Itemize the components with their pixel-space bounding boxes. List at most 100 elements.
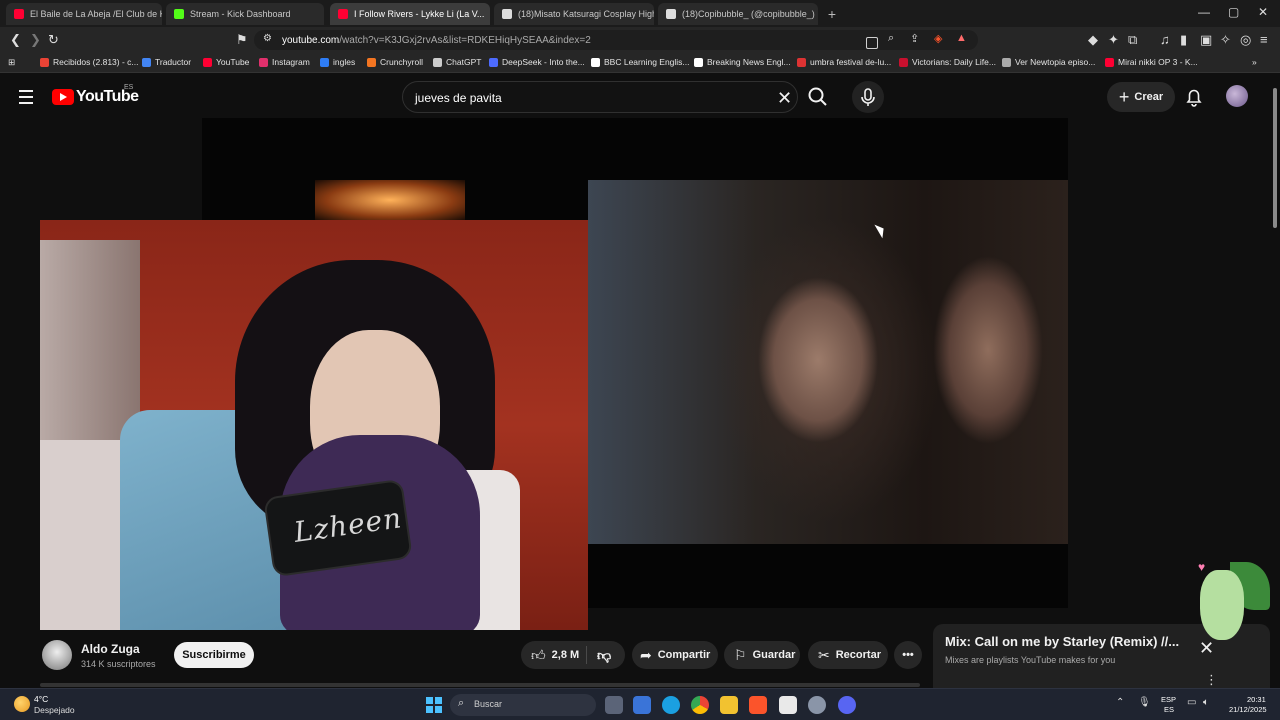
hamburger-menu-icon[interactable] xyxy=(19,90,33,108)
search-box[interactable]: jueves de pavita ✕ xyxy=(402,81,798,113)
bookmark-item[interactable]: ingles xyxy=(320,57,355,67)
user-avatar[interactable] xyxy=(1226,85,1248,107)
more-bookmarks-icon[interactable]: » xyxy=(1252,57,1257,67)
network-icon[interactable]: ▭ xyxy=(1187,697,1196,708)
notifications-bell-icon[interactable] xyxy=(1185,87,1203,107)
browser-tab[interactable]: El Baile de La Abeja /El Club de Kids xyxy=(6,3,162,25)
address-bar[interactable]: ⚙ youtube.com/watch?v=K3JGxj2rvAs&list=R… xyxy=(254,30,978,50)
search-button[interactable] xyxy=(798,81,838,113)
taskbar-search[interactable]: ⌕ Buscar xyxy=(450,694,596,716)
volume-icon[interactable]: 🔈︎ xyxy=(1203,697,1209,708)
bookmark-label: Recibidos (2.813) - c... xyxy=(53,57,139,67)
extension-icon[interactable]: ◆ xyxy=(1088,32,1098,48)
crunchyroll-icon xyxy=(367,57,376,67)
brave-rewards-icon[interactable]: ▲ xyxy=(956,32,967,44)
mix-title[interactable]: Mix: Call on me by Starley (Remix) //... xyxy=(945,634,1179,649)
subscribe-button[interactable]: Suscribirme xyxy=(174,642,254,668)
browser-tab[interactable]: (18)Copibubble_ (@copibubble_) | T xyxy=(658,3,818,25)
discord-icon[interactable] xyxy=(838,696,856,714)
music-icon[interactable]: ♫ xyxy=(1160,32,1170,47)
reload-icon[interactable]: ↻ xyxy=(48,32,59,48)
new-tab-button[interactable]: + xyxy=(823,5,841,23)
tray-chevron-icon[interactable]: ⌃ xyxy=(1116,697,1124,708)
bookmark-label: umbra festival de-lu... xyxy=(810,57,892,67)
more-actions-button[interactable]: ••• xyxy=(894,641,922,669)
voice-search-button[interactable] xyxy=(852,81,884,113)
scrollbar-thumb[interactable] xyxy=(1273,88,1277,228)
bookmark-item[interactable]: DeepSeek - Into the... xyxy=(489,57,585,67)
bookmark-item[interactable]: Recibidos (2.813) - c... xyxy=(40,57,139,67)
bookmark-label: Crunchyroll xyxy=(380,57,423,67)
music-video-scene[interactable] xyxy=(588,180,1068,544)
video-player[interactable]: Lzheen xyxy=(0,118,1270,630)
channel-avatar[interactable] xyxy=(42,640,72,670)
close-window-icon[interactable]: ✕ xyxy=(1258,5,1268,19)
bookmark-item[interactable]: ChatGPT xyxy=(433,57,481,67)
weather-temperature[interactable]: 4°C xyxy=(34,694,48,704)
ai-icon[interactable]: ✧ xyxy=(1220,32,1231,48)
sidebar-icon[interactable]: ▮ xyxy=(1180,32,1187,48)
create-button[interactable]: + Crear xyxy=(1107,82,1175,112)
bookmark-item[interactable]: Crunchyroll xyxy=(367,57,423,67)
brave-icon[interactable] xyxy=(749,696,767,714)
forward-icon[interactable]: ❯ xyxy=(30,32,41,48)
close-tab-icon[interactable]: ✕ xyxy=(484,9,490,20)
menu-icon[interactable]: ≡ xyxy=(1260,32,1268,47)
task-view-icon[interactable] xyxy=(605,696,623,714)
file-explorer-icon[interactable] xyxy=(720,696,738,714)
bookmark-item[interactable]: Victorians: Daily Life... xyxy=(899,57,996,67)
bookmark-item[interactable]: Mirai nikki OP 3 - K... xyxy=(1105,57,1198,67)
screenshot-icon[interactable]: ⧉ xyxy=(1128,32,1137,48)
site-info-icon[interactable]: ⚙ xyxy=(263,33,272,44)
browser-tab-active[interactable]: I Follow Rivers - Lykke Li (La V... ✕ xyxy=(330,3,490,25)
dislike-button[interactable]: 👎︎ xyxy=(587,647,611,664)
wallet-icon[interactable]: ▣ xyxy=(1200,32,1212,48)
like-button[interactable]: 👍︎ 2,8 M xyxy=(521,646,587,664)
bookmark-item[interactable]: umbra festival de-lu... xyxy=(797,57,891,67)
bookmark-icon[interactable]: ⚑ xyxy=(236,32,248,48)
start-menu-icon[interactable] xyxy=(426,697,442,713)
share-button[interactable]: ➦ Compartir xyxy=(632,641,718,669)
share-arrow-icon: ➦ xyxy=(640,646,652,663)
browser-tab[interactable]: (18)Misato Katsuragi Cosplay Highlig xyxy=(494,3,654,25)
weather-condition[interactable]: Despejado xyxy=(34,705,75,715)
victorians-icon xyxy=(899,57,908,67)
save-button[interactable]: ⚐ Guardar xyxy=(724,641,800,669)
minimize-icon[interactable]: — xyxy=(1198,5,1210,19)
clip-button[interactable]: ✂ Recortar xyxy=(808,641,888,669)
brave-shield-icon[interactable]: ◈ xyxy=(934,32,942,45)
page-scrollbar[interactable] xyxy=(1270,76,1280,688)
weather-sun-icon[interactable] xyxy=(14,696,30,712)
bookmark-item[interactable]: YouTube xyxy=(203,57,249,67)
bookmark-item[interactable]: Ver Newtopia episo... xyxy=(1002,57,1095,67)
vpn-icon[interactable]: ◎ xyxy=(1240,32,1251,48)
puzzle-icon[interactable]: ✦ xyxy=(1108,32,1119,48)
cast-icon[interactable] xyxy=(866,37,878,49)
search-input[interactable]: jueves de pavita xyxy=(415,91,502,105)
keyboard-indicator[interactable]: ES xyxy=(1164,705,1174,714)
bookmark-item[interactable]: Traductor xyxy=(142,57,191,67)
bookmark-item[interactable]: Breaking News Engl... xyxy=(694,57,791,67)
store-icon[interactable] xyxy=(633,696,651,714)
chrome-icon[interactable] xyxy=(691,696,709,714)
apps-icon[interactable]: ⊞ xyxy=(8,57,15,68)
clear-search-icon[interactable]: ✕ xyxy=(777,88,792,109)
maximize-icon[interactable]: ▢ xyxy=(1228,5,1239,19)
browser-tab[interactable]: Stream - Kick Dashboard xyxy=(166,3,324,25)
bookmark-item[interactable]: BBC Learning Englis... xyxy=(591,57,690,67)
channel-name[interactable]: Aldo Zuga xyxy=(81,642,140,656)
back-icon[interactable]: ❮ xyxy=(10,32,21,48)
more-vertical-icon[interactable]: ⋮ xyxy=(1205,672,1218,688)
settings-gear-icon[interactable] xyxy=(808,696,826,714)
tray-mic-icon[interactable]: 🎙︎ xyxy=(1138,697,1151,708)
language-indicator[interactable]: ESP xyxy=(1161,695,1176,704)
edge-icon[interactable] xyxy=(662,696,680,714)
share-icon[interactable]: ⇪ xyxy=(910,32,919,45)
clock-time[interactable]: 20:31 xyxy=(1247,695,1266,704)
bookmark-item[interactable]: Instagram xyxy=(259,57,310,67)
clock-date[interactable]: 21/12/2025 xyxy=(1229,705,1267,714)
youtube-logo-icon[interactable] xyxy=(52,89,74,105)
url-path: /watch?v=K3JGxj2rvAs&list=RDKEHiqHySEAA&… xyxy=(339,35,591,46)
notepad-icon[interactable] xyxy=(779,696,797,714)
zoom-icon[interactable]: ⌕ xyxy=(888,32,894,45)
